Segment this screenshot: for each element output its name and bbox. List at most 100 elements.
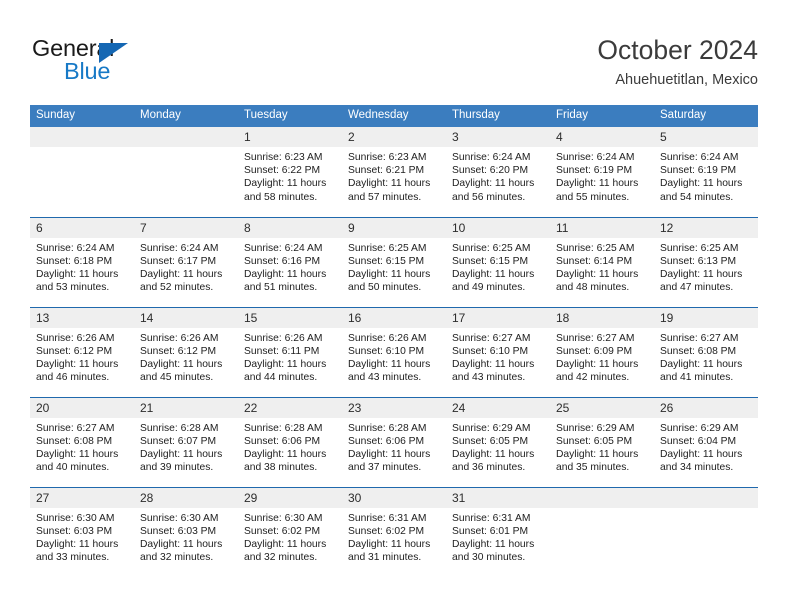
day-astronomy-info: Sunrise: 6:26 AM Sunset: 6:12 PM Daylight:… [134, 328, 238, 385]
sunrise-time: Sunrise: 6:25 AM [348, 242, 427, 254]
calendar-week-row: 6 Sunrise: 6:24 AM Sunset: 6:18 PM Daylight… [30, 216, 758, 307]
day-astronomy-info: Sunrise: 6:29 AM Sunset: 6:05 PM Daylight:… [446, 418, 550, 475]
calendar-week-row: 27 Sunrise: 6:30 AM Sunset: 6:03 PM Dayligh… [30, 486, 758, 577]
sunrise-time: Sunrise: 6:27 AM [452, 332, 531, 344]
daylight-duration-line1: Daylight: 11 hours [556, 268, 639, 280]
calendar-body: 1 Sunrise: 6:23 AM Sunset: 6:22 PM Daylight… [30, 127, 758, 577]
calendar-day-cell[interactable]: 20 Sunrise: 6:27 AM Sunset: 6:08 PM Dayligh… [30, 396, 134, 487]
daylight-duration-line1: Daylight: 11 hours [660, 268, 743, 280]
day-astronomy-info: Sunrise: 6:23 AM Sunset: 6:21 PM Daylight:… [342, 147, 446, 204]
calendar-day-cell[interactable]: 4 Sunrise: 6:24 AM Sunset: 6:19 PM Daylight… [550, 127, 654, 217]
daylight-duration-line2: and 42 minutes. [556, 372, 630, 384]
day-number: 23 [342, 397, 446, 418]
sunrise-time: Sunrise: 6:24 AM [36, 242, 115, 254]
calendar-header-row: Sunday Monday Tuesday Wednesday Thursday… [30, 105, 758, 127]
day-number: 27 [30, 487, 134, 508]
weekday-header-monday: Monday [134, 105, 238, 127]
daylight-duration-line1: Daylight: 11 hours [556, 178, 639, 190]
sunset-time: Sunset: 6:02 PM [348, 525, 425, 537]
sunrise-time: Sunrise: 6:25 AM [556, 242, 635, 254]
calendar-day-cell[interactable]: 1 Sunrise: 6:23 AM Sunset: 6:22 PM Daylight… [238, 127, 342, 217]
daylight-duration-line2: and 45 minutes. [140, 372, 214, 384]
daylight-duration-line1: Daylight: 11 hours [452, 448, 535, 460]
sunset-time: Sunset: 6:20 PM [452, 165, 529, 177]
calendar-day-cell[interactable]: 25 Sunrise: 6:29 AM Sunset: 6:05 PM Dayligh… [550, 396, 654, 487]
calendar-day-cell[interactable]: 12 Sunrise: 6:25 AM Sunset: 6:13 PM Dayligh… [654, 216, 758, 307]
calendar-day-cell[interactable]: 21 Sunrise: 6:28 AM Sunset: 6:07 PM Dayligh… [134, 396, 238, 487]
sunrise-time: Sunrise: 6:25 AM [452, 242, 531, 254]
daylight-duration-line1: Daylight: 11 hours [140, 358, 223, 370]
calendar-day-cell[interactable]: 6 Sunrise: 6:24 AM Sunset: 6:18 PM Daylight… [30, 216, 134, 307]
calendar-day-cell[interactable]: 27 Sunrise: 6:30 AM Sunset: 6:03 PM Dayligh… [30, 486, 134, 577]
day-astronomy-info: Sunrise: 6:24 AM Sunset: 6:16 PM Daylight:… [238, 238, 342, 295]
calendar-day-cell[interactable]: 29 Sunrise: 6:30 AM Sunset: 6:02 PM Dayligh… [238, 486, 342, 577]
sunset-time: Sunset: 6:01 PM [452, 525, 529, 537]
sunset-time: Sunset: 6:15 PM [452, 255, 529, 267]
day-number: 12 [654, 217, 758, 238]
calendar-day-cell[interactable]: 22 Sunrise: 6:28 AM Sunset: 6:06 PM Dayligh… [238, 396, 342, 487]
calendar-day-cell[interactable]: 7 Sunrise: 6:24 AM Sunset: 6:17 PM Daylight… [134, 216, 238, 307]
calendar-day-cell-empty [654, 486, 758, 577]
day-astronomy-info: Sunrise: 6:24 AM Sunset: 6:20 PM Daylight:… [446, 147, 550, 204]
calendar-day-cell[interactable]: 17 Sunrise: 6:27 AM Sunset: 6:10 PM Dayligh… [446, 306, 550, 397]
day-astronomy-info: Sunrise: 6:29 AM Sunset: 6:05 PM Daylight:… [550, 418, 654, 475]
daylight-duration-line2: and 57 minutes. [348, 191, 422, 203]
daylight-duration-line2: and 58 minutes. [244, 191, 318, 203]
sunrise-time: Sunrise: 6:28 AM [348, 422, 427, 434]
daylight-duration-line1: Daylight: 11 hours [36, 268, 119, 280]
calendar-day-cell[interactable]: 18 Sunrise: 6:27 AM Sunset: 6:09 PM Dayligh… [550, 306, 654, 397]
day-number: 30 [342, 487, 446, 508]
weekday-header-tuesday: Tuesday [238, 105, 342, 127]
daylight-duration-line1: Daylight: 11 hours [140, 268, 223, 280]
daylight-duration-line2: and 47 minutes. [660, 282, 734, 294]
day-astronomy-info: Sunrise: 6:28 AM Sunset: 6:06 PM Daylight:… [238, 418, 342, 475]
daylight-duration-line1: Daylight: 11 hours [140, 538, 223, 550]
calendar-day-cell[interactable]: 31 Sunrise: 6:31 AM Sunset: 6:01 PM Dayligh… [446, 486, 550, 577]
calendar-day-cell[interactable]: 5 Sunrise: 6:24 AM Sunset: 6:19 PM Daylight… [654, 127, 758, 217]
calendar-day-cell[interactable]: 26 Sunrise: 6:29 AM Sunset: 6:04 PM Dayligh… [654, 396, 758, 487]
calendar-day-cell[interactable]: 11 Sunrise: 6:25 AM Sunset: 6:14 PM Dayligh… [550, 216, 654, 307]
sunset-time: Sunset: 6:06 PM [348, 435, 425, 447]
calendar-day-cell[interactable]: 28 Sunrise: 6:30 AM Sunset: 6:03 PM Dayligh… [134, 486, 238, 577]
calendar-day-cell[interactable]: 15 Sunrise: 6:26 AM Sunset: 6:11 PM Dayligh… [238, 306, 342, 397]
day-astronomy-info: Sunrise: 6:28 AM Sunset: 6:06 PM Daylight:… [342, 418, 446, 475]
calendar-day-cell[interactable]: 19 Sunrise: 6:27 AM Sunset: 6:08 PM Dayligh… [654, 306, 758, 397]
sunrise-time: Sunrise: 6:30 AM [36, 512, 115, 524]
day-astronomy-info: Sunrise: 6:30 AM Sunset: 6:03 PM Daylight:… [30, 508, 134, 565]
calendar-day-cell[interactable]: 8 Sunrise: 6:24 AM Sunset: 6:16 PM Daylight… [238, 216, 342, 307]
daylight-duration-line1: Daylight: 11 hours [244, 358, 327, 370]
day-number [30, 127, 134, 147]
page-title: October 2024 [597, 35, 758, 65]
calendar-day-cell[interactable]: 2 Sunrise: 6:23 AM Sunset: 6:21 PM Daylight… [342, 127, 446, 217]
calendar-day-cell[interactable]: 14 Sunrise: 6:26 AM Sunset: 6:12 PM Dayligh… [134, 306, 238, 397]
daylight-duration-line2: and 46 minutes. [36, 372, 110, 384]
calendar-day-cell[interactable]: 30 Sunrise: 6:31 AM Sunset: 6:02 PM Dayligh… [342, 486, 446, 577]
sunset-time: Sunset: 6:17 PM [140, 255, 217, 267]
calendar-day-cell[interactable]: 23 Sunrise: 6:28 AM Sunset: 6:06 PM Dayligh… [342, 396, 446, 487]
sunrise-time: Sunrise: 6:26 AM [348, 332, 427, 344]
daylight-duration-line2: and 33 minutes. [36, 552, 110, 564]
day-number: 5 [654, 127, 758, 147]
day-number: 29 [238, 487, 342, 508]
day-astronomy-info: Sunrise: 6:30 AM Sunset: 6:02 PM Daylight:… [238, 508, 342, 565]
day-astronomy-info: Sunrise: 6:26 AM Sunset: 6:10 PM Daylight:… [342, 328, 446, 385]
general-blue-logo[interactable]: General Blue [32, 35, 212, 91]
calendar-day-cell[interactable]: 24 Sunrise: 6:29 AM Sunset: 6:05 PM Dayligh… [446, 396, 550, 487]
day-astronomy-info: Sunrise: 6:31 AM Sunset: 6:02 PM Daylight:… [342, 508, 446, 565]
day-astronomy-info: Sunrise: 6:26 AM Sunset: 6:11 PM Daylight:… [238, 328, 342, 385]
sunrise-time: Sunrise: 6:29 AM [452, 422, 531, 434]
calendar-day-cell[interactable]: 16 Sunrise: 6:26 AM Sunset: 6:10 PM Dayligh… [342, 306, 446, 397]
calendar-day-cell[interactable]: 10 Sunrise: 6:25 AM Sunset: 6:15 PM Dayligh… [446, 216, 550, 307]
daylight-duration-line1: Daylight: 11 hours [348, 178, 431, 190]
sunrise-time: Sunrise: 6:31 AM [452, 512, 531, 524]
daylight-duration-line1: Daylight: 11 hours [556, 448, 639, 460]
daylight-duration-line2: and 49 minutes. [452, 282, 526, 294]
calendar-day-cell[interactable]: 9 Sunrise: 6:25 AM Sunset: 6:15 PM Daylight… [342, 216, 446, 307]
weekday-header-wednesday: Wednesday [342, 105, 446, 127]
calendar-day-cell-empty [134, 127, 238, 217]
daylight-duration-line1: Daylight: 11 hours [348, 538, 431, 550]
daylight-duration-line2: and 43 minutes. [452, 372, 526, 384]
day-number: 17 [446, 307, 550, 328]
calendar-day-cell[interactable]: 3 Sunrise: 6:24 AM Sunset: 6:20 PM Daylight… [446, 127, 550, 217]
calendar-day-cell[interactable]: 13 Sunrise: 6:26 AM Sunset: 6:12 PM Dayligh… [30, 306, 134, 397]
